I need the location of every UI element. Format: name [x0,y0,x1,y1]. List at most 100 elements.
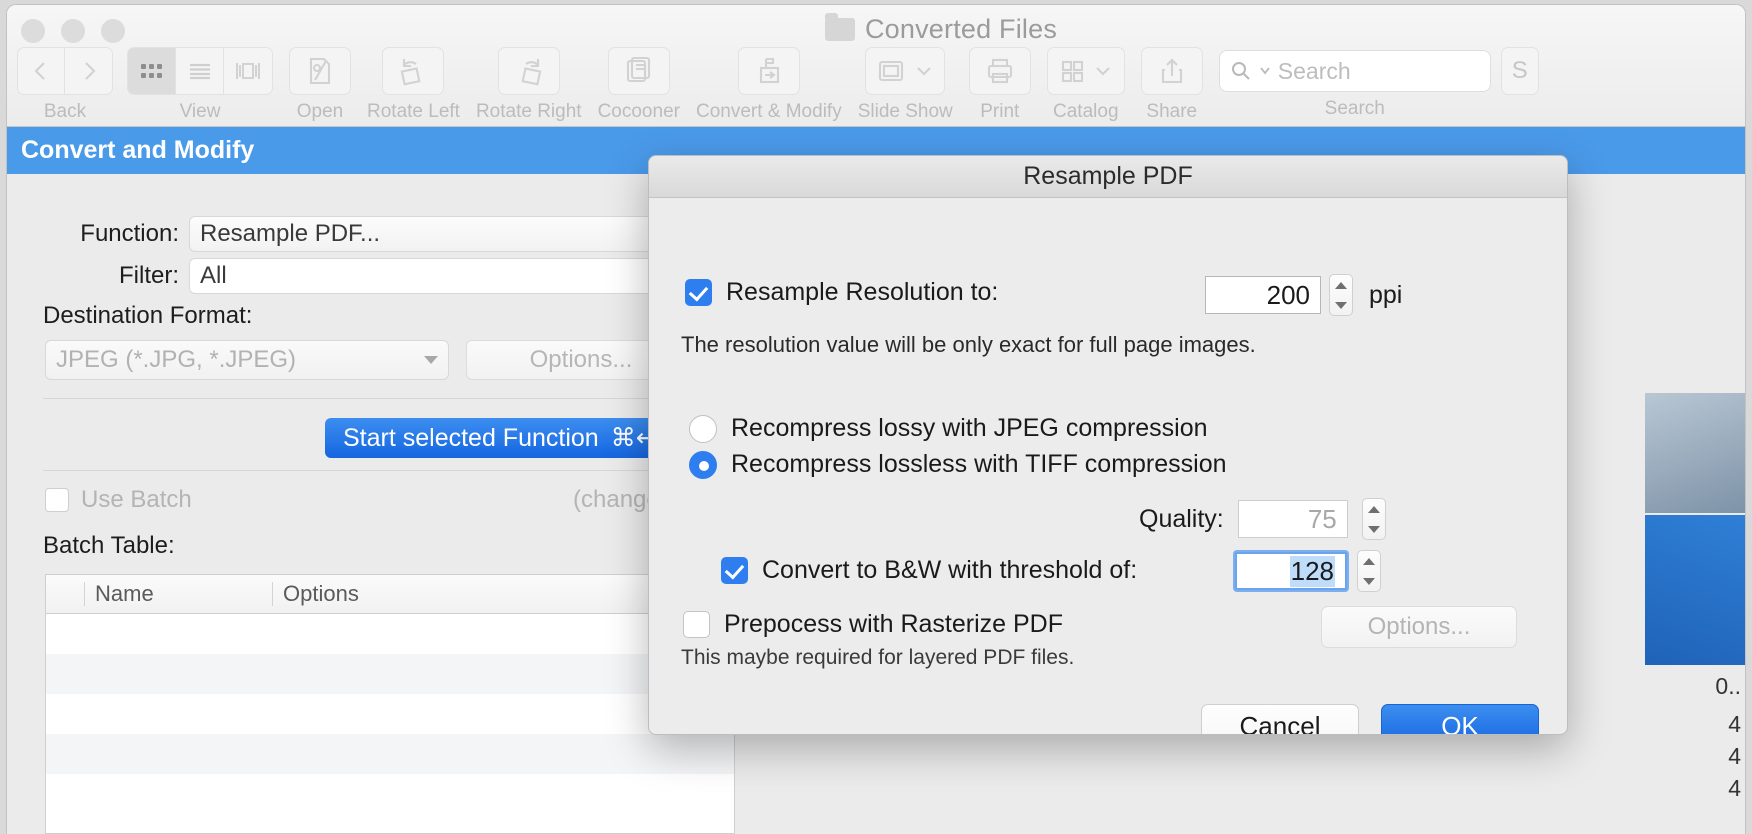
title-bar: Converted Files Back View Open Rotate Le… [7,5,1745,127]
function-value: Resample PDF... [200,220,381,247]
radio-tiff-icon[interactable] [689,450,717,479]
destination-format-label: Destination Format: [43,302,253,329]
start-selected-function-button[interactable]: Start selected Function ⌘↩ [325,418,675,458]
function-select[interactable]: Resample PDF... [189,216,675,252]
toolbar-overflow-button[interactable]: S [1500,47,1539,95]
toolbar-label-rotate-right: Rotate Right [475,101,582,122]
stepper-down-icon[interactable] [1335,301,1347,309]
window-title-text: Converted Files [864,14,1058,44]
toolbar-label-print: Print [980,101,1020,122]
view-mode-segmented-icon[interactable] [127,47,273,95]
convert-bw-label: Convert to B&W with threshold of: [762,556,1138,584]
filter-value: All [200,262,227,289]
icon-view-button[interactable] [128,48,176,94]
screen: Converted Files Back View Open Rotate Le… [0,0,1752,834]
toolbar-label-share: Share [1146,101,1198,122]
divider-1 [43,398,683,399]
resolution-note: The resolution value will be only exact … [681,332,1256,357]
resample-resolution-row[interactable]: Resample Resolution to: [685,278,998,307]
rasterize-options-label: Options... [1367,613,1471,640]
toolbar-item-view: View [127,47,273,123]
table-row[interactable] [46,614,734,654]
cancel-button[interactable]: Cancel [1201,704,1359,735]
use-batch-row[interactable]: Use Batch [45,486,192,514]
radio-jpeg-label: Recompress lossy with JPEG compression [731,414,1208,442]
stepper-up-icon[interactable] [1335,281,1347,289]
stepper-down-icon[interactable] [1363,577,1375,585]
toolbar-label-convert-modify: Convert & Modify [695,101,842,122]
radio-jpeg-icon[interactable] [689,414,717,443]
rasterize-options-button[interactable]: Options... [1321,606,1517,648]
resample-resolution-value: 200 [1266,279,1310,310]
toolbar-label-cocooner: Cocooner [597,101,680,122]
quality-value: 75 [1307,503,1337,534]
filter-select[interactable]: All [189,258,675,294]
toolbar-label-back: Back [43,101,87,122]
batch-table[interactable]: Name Options [45,574,735,834]
search-field[interactable]: Search [1218,50,1491,92]
start-button-label: Start selected Function [343,423,599,452]
toolbar-item-slide-show: Slide Show [858,47,953,123]
toolbar-label-catalog: Catalog [1053,101,1119,122]
resample-pdf-dialog: Resample PDF Resample Resolution to: 200… [648,155,1568,735]
toolbar-item-rotate-left: Rotate Left [367,47,460,123]
rasterize-row[interactable]: Prepocess with Rasterize PDF [683,610,1063,639]
dialog-title: Resample PDF [1023,162,1193,190]
radio-option-jpeg[interactable]: Recompress lossy with JPEG compression [689,414,1208,443]
stepper-down-icon[interactable] [1367,525,1380,533]
resample-resolution-checkbox[interactable] [685,279,712,306]
share-icon[interactable] [1140,47,1203,95]
resample-resolution-stepper[interactable] [1329,274,1353,316]
nav-segmented-control[interactable] [17,47,113,95]
toolbar-item-open: Open [289,47,351,123]
convert-bw-row[interactable]: Convert to B&W with threshold of: [721,556,1137,585]
toolbar-item-overflow: S [1500,47,1539,95]
radio-option-tiff[interactable]: Recompress lossless with TIFF compressio… [689,450,1227,479]
rasterize-checkbox[interactable] [683,611,710,638]
ok-button[interactable]: OK [1381,704,1539,734]
filmstrip-view-button[interactable] [224,48,272,94]
radio-tiff-label: Recompress lossless with TIFF compressio… [731,450,1227,478]
table-row[interactable] [46,734,734,774]
open-button[interactable] [289,47,351,95]
toolbar-item-print: Print [968,47,1031,123]
table-row[interactable] [46,694,734,734]
batch-table-label: Batch Table: [43,532,175,559]
convert-modify-icon[interactable] [737,47,800,95]
destination-format-select[interactable]: JPEG (*.JPG, *.JPEG) [45,340,449,380]
thumbnail-image[interactable] [1645,515,1745,665]
catalog-icon[interactable] [1046,47,1125,95]
batch-col-name[interactable]: Name [84,581,272,606]
stepper-up-icon[interactable] [1367,505,1380,513]
slide-show-icon[interactable] [865,47,946,95]
convert-bw-input[interactable]: 128 [1235,552,1347,590]
quality-input[interactable]: 75 [1237,500,1348,538]
rotate-right-icon[interactable] [497,47,560,95]
bg-text-line: 4 [1728,743,1741,769]
rotate-left-icon[interactable] [382,47,445,95]
cocooner-icon[interactable] [607,47,670,95]
cancel-button-label: Cancel [1239,710,1321,735]
back-button[interactable] [18,48,65,94]
filter-label: Filter: [119,262,179,289]
use-batch-checkbox[interactable] [45,488,69,512]
table-row[interactable] [46,654,734,694]
toolbar-label-open: Open [296,101,344,122]
resample-resolution-control: 200 ppi [1205,274,1402,316]
toolbar-item-convert-modify: Convert & Modify [696,47,842,123]
forward-button[interactable] [65,48,112,94]
thumbnail-image[interactable] [1645,393,1745,513]
toolbar-label-slide-show: Slide Show [857,101,953,122]
toolbar-label-rotate-left: Rotate Left [367,101,460,122]
convert-bw-stepper[interactable] [1357,550,1381,592]
stepper-up-icon[interactable] [1363,557,1375,565]
list-view-button[interactable] [176,48,224,94]
use-batch-label: Use Batch [81,486,192,513]
quality-stepper[interactable] [1361,498,1386,540]
resample-resolution-input[interactable]: 200 [1205,276,1321,314]
file-browser-background: 0.. 4 4 4 [1637,343,1745,834]
dialog-body: Resample Resolution to: 200 ppi The reso… [649,198,1567,735]
convert-bw-checkbox[interactable] [721,557,748,584]
destination-options-label: Options... [529,346,633,373]
print-icon[interactable] [968,47,1031,95]
